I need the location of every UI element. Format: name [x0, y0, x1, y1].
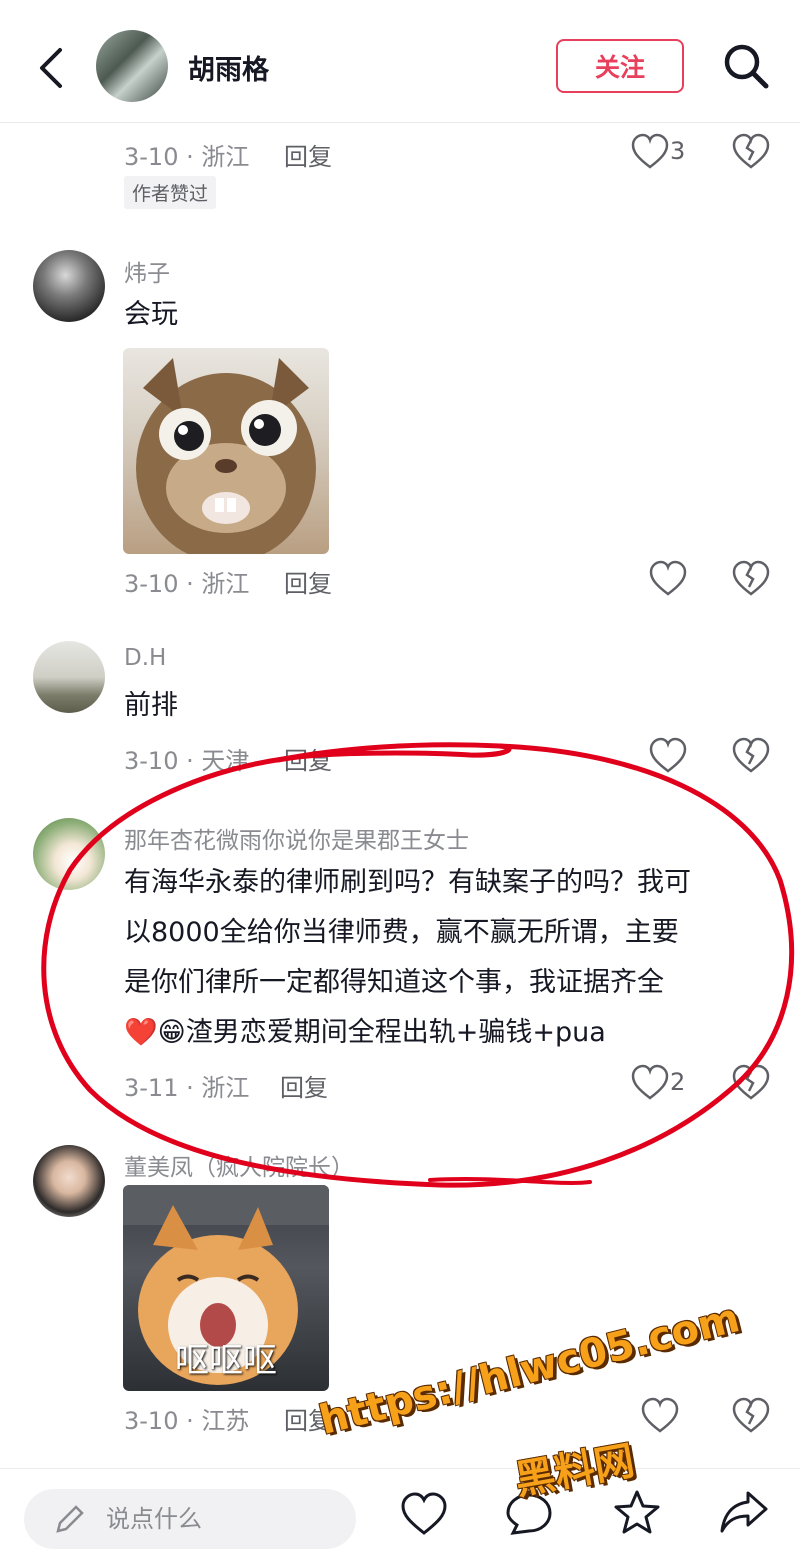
bottom-bar: 说点什么 [0, 1468, 800, 1549]
comment-meta: 3-10 · 天津 [124, 747, 250, 775]
broken-heart-icon[interactable] [731, 1063, 771, 1103]
comment-text: 有海华永泰的律师刷到吗？有缺案子的吗？我可 以8000全给你当律师费，赢不赢无所… [124, 858, 691, 1058]
broken-heart-icon[interactable] [731, 736, 771, 776]
pencil-icon [56, 1505, 84, 1533]
avatar[interactable] [33, 250, 105, 322]
like-count: 3 [670, 137, 686, 165]
comment-input[interactable]: 说点什么 [24, 1489, 356, 1549]
reply-button[interactable]: 回复 [280, 1068, 328, 1103]
comment-text-line: 以8000全给你当律师费，赢不赢无所谓，主要 [124, 917, 679, 948]
comment-username[interactable]: 董美凤（疯人院院长） [124, 1148, 354, 1182]
comment-meta: 3-10 · 江苏 [124, 1407, 250, 1435]
reply-button[interactable]: 回复 [284, 564, 332, 599]
heart-icon[interactable] [648, 559, 688, 599]
comment-text: 会玩 [124, 299, 178, 330]
comment-text: 前排 [124, 690, 178, 721]
emoji: ❤️😁 [124, 1017, 186, 1048]
comment-username[interactable]: 炜子 [124, 254, 170, 288]
broken-heart-icon[interactable] [731, 559, 771, 599]
comment-username[interactable]: D.H [124, 645, 166, 671]
author-liked-badge: 作者赞过 [124, 176, 217, 209]
cat-sticker-image[interactable] [123, 348, 329, 554]
comment-text-line: 有海华永泰的律师刷到吗？有缺案子的吗？我可 [124, 867, 691, 898]
author-name[interactable]: 胡雨格 [188, 48, 269, 87]
comment-username[interactable]: 那年杏花微雨你说你是果郡王女士 [124, 821, 469, 855]
like-icon[interactable] [400, 1491, 448, 1535]
like-count: 2 [670, 1068, 686, 1096]
avatar[interactable] [33, 1145, 105, 1217]
comment-input-placeholder: 说点什么 [106, 1505, 202, 1533]
sticker-caption: 呕呕呕 [175, 1341, 277, 1381]
reply-button[interactable]: 回复 [284, 741, 332, 776]
search-icon[interactable] [720, 40, 772, 92]
comment-meta: 3-10 · 浙江 [124, 143, 250, 171]
broken-heart-icon[interactable] [731, 1396, 771, 1436]
broken-heart-icon[interactable] [731, 132, 771, 172]
comment-meta: 3-10 · 浙江 [124, 570, 250, 598]
comment-meta: 3-11 · 浙江 [124, 1074, 250, 1102]
star-icon[interactable] [612, 1489, 662, 1535]
reply-button[interactable]: 回复 [284, 137, 332, 172]
heart-icon[interactable] [630, 132, 670, 172]
author-avatar[interactable] [96, 30, 168, 102]
yawning-cat-sticker-image[interactable]: 呕呕呕 [123, 1185, 329, 1391]
back-arrow-icon[interactable] [30, 44, 74, 92]
heart-icon[interactable] [630, 1063, 670, 1103]
heart-icon[interactable] [640, 1396, 680, 1436]
top-bar: 胡雨格 关注 [0, 0, 800, 123]
startled-cat-illustration [136, 358, 316, 554]
heart-icon[interactable] [648, 736, 688, 776]
comment-text-line: ❤️😁渣男恋爱期间全程出轨+骗钱+pua [124, 1017, 606, 1048]
follow-button[interactable]: 关注 [556, 39, 684, 93]
comment-text-line: 是你们律所一定都得知道这个事，我证据齐全 [124, 967, 664, 998]
avatar[interactable] [33, 818, 105, 890]
share-icon[interactable] [718, 1489, 770, 1535]
avatar[interactable] [33, 641, 105, 713]
